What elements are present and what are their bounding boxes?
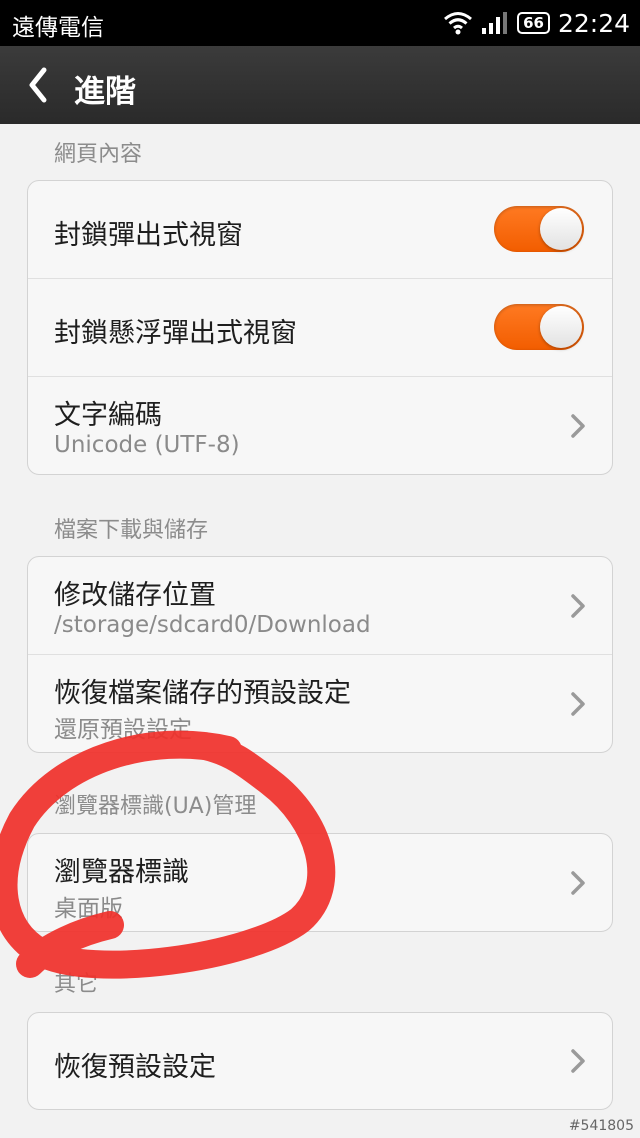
back-button[interactable]	[24, 64, 64, 106]
chevron-left-icon	[29, 67, 47, 103]
toggle-knob	[540, 306, 582, 348]
clock: 22:24	[557, 8, 630, 38]
toggle-knob	[540, 208, 582, 250]
browser-identity-label: 瀏覽器標識	[54, 857, 189, 888]
section-header-web-content: 網頁內容	[54, 142, 143, 167]
chevron-right-icon	[571, 692, 585, 716]
group-user-agent: 瀏覽器標識 桌面版	[27, 833, 613, 932]
text-encoding-value: Unicode (UTF-8)	[54, 432, 240, 458]
settings-list[interactable]: 網頁內容 封鎖彈出式視窗 封鎖懸浮彈出式視窗 文字編碼 Unicode (UTF…	[0, 124, 640, 1138]
page-title: 進階	[74, 74, 136, 110]
block-floating-popups-toggle[interactable]	[494, 304, 584, 350]
text-encoding-row[interactable]: 文字編碼 Unicode (UTF-8)	[28, 376, 612, 474]
storage-location-value: /storage/sdcard0/Download	[54, 612, 371, 638]
chevron-right-icon	[571, 414, 585, 438]
section-header-other: 其它	[54, 972, 99, 997]
restore-storage-defaults-label: 恢復檔案儲存的預設設定	[54, 678, 351, 709]
group-other: 恢復預設設定	[27, 1012, 613, 1110]
block-popups-toggle[interactable]	[494, 206, 584, 252]
chevron-right-icon	[571, 1049, 585, 1073]
storage-location-row[interactable]: 修改儲存位置 /storage/sdcard0/Download	[28, 557, 612, 654]
block-floating-popups-row[interactable]: 封鎖懸浮彈出式視窗	[28, 278, 612, 376]
chevron-right-icon	[571, 594, 585, 618]
block-floating-popups-label: 封鎖懸浮彈出式視窗	[54, 318, 297, 349]
action-bar: 進階	[0, 46, 640, 124]
block-popups-label: 封鎖彈出式視窗	[54, 220, 243, 251]
status-indicators: 66 22:24	[443, 6, 630, 40]
restore-storage-defaults-row[interactable]: 恢復檔案儲存的預設設定 還原預設設定	[28, 654, 612, 752]
group-web-content: 封鎖彈出式視窗 封鎖懸浮彈出式視窗 文字編碼 Unicode (UTF-8)	[27, 180, 613, 475]
carrier-name: 遠傳電信	[12, 15, 104, 41]
storage-location-label: 修改儲存位置	[54, 580, 216, 611]
section-header-downloads: 檔案下載與儲存	[54, 518, 209, 543]
signal-icon	[482, 12, 508, 34]
browser-identity-value: 桌面版	[54, 896, 123, 922]
status-bar: 遠傳電信 66 22:24	[0, 0, 640, 46]
restore-defaults-row[interactable]: 恢復預設設定	[28, 1013, 612, 1109]
restore-storage-defaults-value: 還原預設設定	[54, 717, 192, 743]
restore-defaults-label: 恢復預設設定	[54, 1052, 216, 1083]
section-header-user-agent: 瀏覽器標識(UA)管理	[54, 794, 257, 819]
wifi-icon	[444, 12, 473, 35]
browser-identity-row[interactable]: 瀏覽器標識 桌面版	[28, 834, 612, 931]
block-popups-row[interactable]: 封鎖彈出式視窗	[28, 181, 612, 278]
chevron-right-icon	[571, 871, 585, 895]
battery-icon: 66	[517, 12, 550, 34]
text-encoding-label: 文字編碼	[54, 400, 162, 431]
group-downloads: 修改儲存位置 /storage/sdcard0/Download 恢復檔案儲存的…	[27, 556, 613, 753]
watermark: #541805	[568, 1118, 634, 1134]
